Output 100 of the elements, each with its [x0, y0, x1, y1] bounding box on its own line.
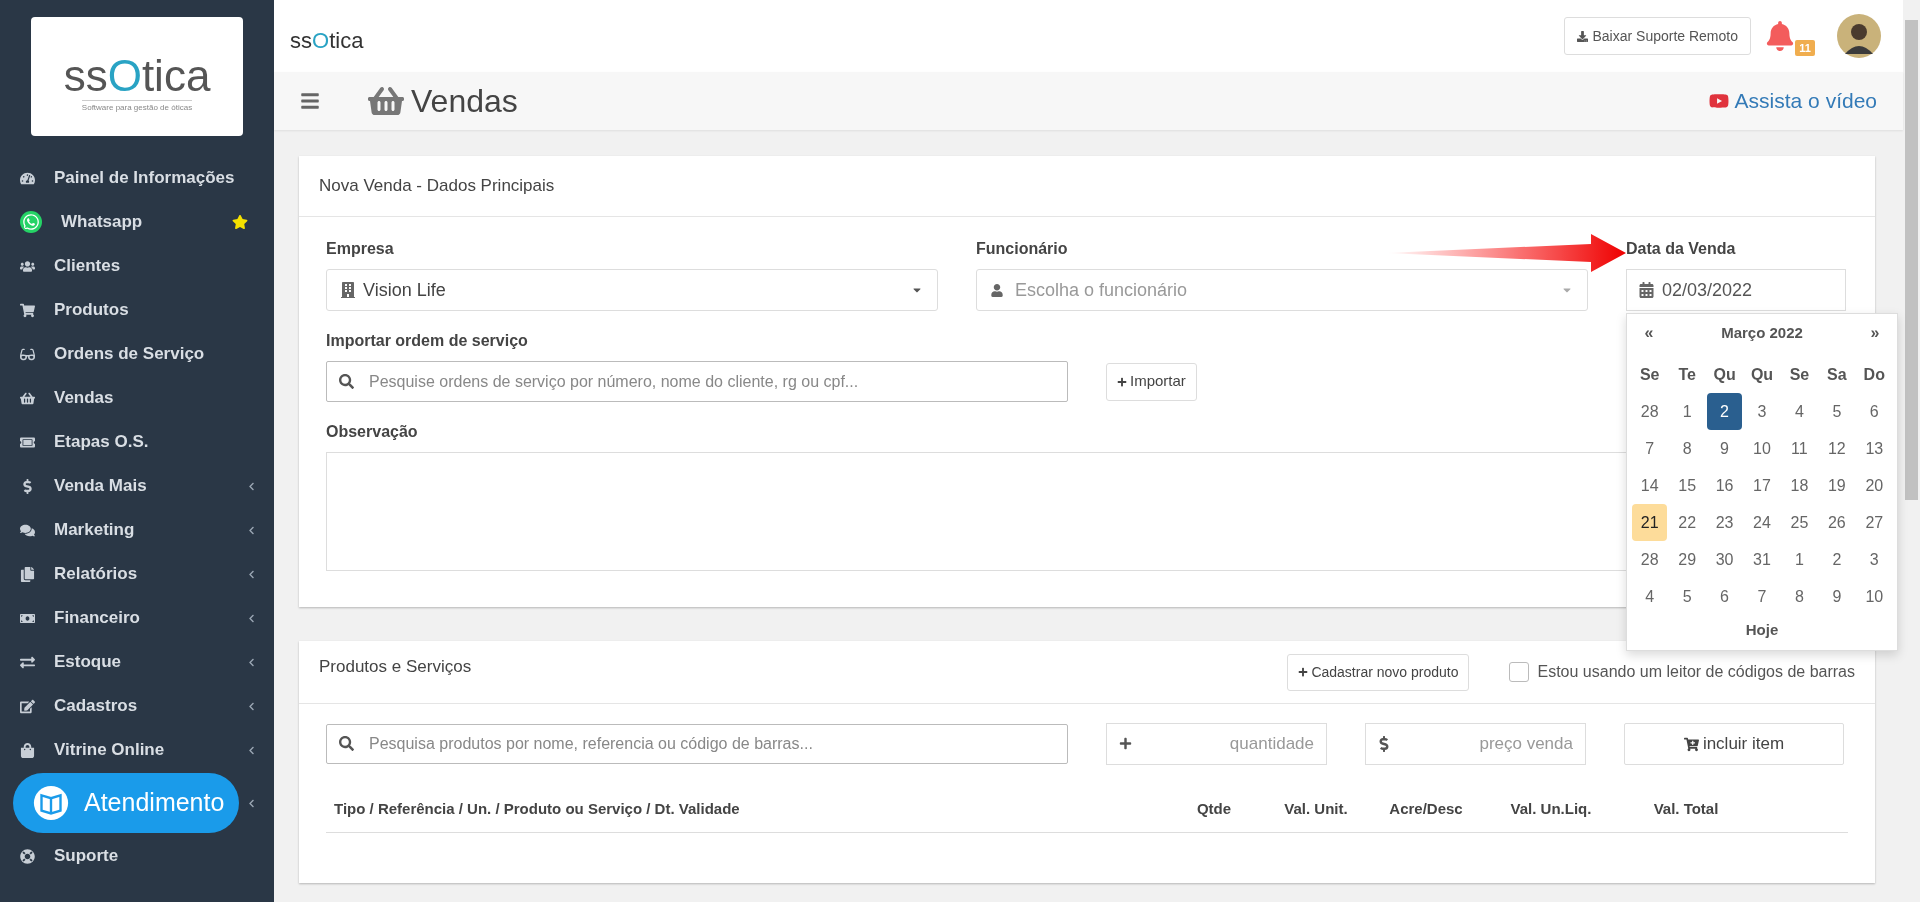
- calendar-day[interactable]: 2: [1706, 393, 1743, 430]
- sidebar-item[interactable]: Etapas O.S.: [0, 420, 274, 464]
- calendar-day[interactable]: 3: [1744, 393, 1780, 430]
- calendar-day[interactable]: 20: [1856, 467, 1892, 504]
- new-product-button[interactable]: Cadastrar novo produto: [1287, 653, 1470, 691]
- service-order-search-field[interactable]: Pesquise ordens de serviço por número, nome do cliente, rg ou cpf...: [326, 361, 1068, 402]
- calendar-day[interactable]: 19: [1819, 467, 1855, 504]
- calendar-day[interactable]: 3: [1856, 541, 1892, 578]
- calendar-day[interactable]: 6: [1706, 578, 1743, 615]
- sidebar-item[interactable]: Vendas: [0, 376, 274, 420]
- sidebar-item[interactable]: Relatórios: [0, 552, 274, 596]
- column-header: Val. Total: [1652, 799, 1720, 820]
- calendar-day[interactable]: 9: [1706, 430, 1743, 467]
- bell-icon: [1765, 21, 1795, 51]
- comments-icon: [20, 522, 35, 538]
- sidebar-item[interactable]: Suporte: [0, 834, 274, 878]
- column-header: Tipo / Referência / Un. / Produto ou Serviço / Dt. Validade: [334, 799, 741, 820]
- next-month-button[interactable]: »: [1865, 321, 1885, 345]
- calendar-day[interactable]: 27: [1856, 504, 1892, 541]
- search-icon: [339, 374, 354, 389]
- chevron-icon: [247, 745, 256, 755]
- barcode-checkbox[interactable]: [1509, 662, 1530, 682]
- column-header: Val. Un.Liq.: [1509, 799, 1593, 820]
- calendar-day[interactable]: 4: [1632, 578, 1668, 615]
- glasses-icon: [20, 346, 35, 362]
- calendar-day[interactable]: 13: [1856, 430, 1892, 467]
- month-title[interactable]: Março 2022: [1659, 321, 1865, 345]
- field-label: Importar ordem de serviço: [326, 331, 528, 351]
- field-label: Data da Venda: [1626, 239, 1736, 259]
- weekday-header: Qu: [1712, 364, 1737, 385]
- calendar-day[interactable]: 6: [1856, 393, 1892, 430]
- exchange-icon: [20, 654, 35, 670]
- price-field[interactable]: preço venda: [1365, 723, 1586, 765]
- calendar-day[interactable]: 5: [1819, 393, 1855, 430]
- sidebar-item[interactable]: Financeiro: [0, 596, 274, 640]
- dollar-icon: [1378, 736, 1390, 752]
- calendar-day[interactable]: 25: [1781, 504, 1818, 541]
- plus-icon: [1298, 667, 1309, 677]
- calendar-day[interactable]: 26: [1819, 504, 1855, 541]
- calendar-day[interactable]: 7: [1744, 578, 1780, 615]
- calendar-day[interactable]: 17: [1744, 467, 1780, 504]
- quantity-field[interactable]: quantidade: [1106, 723, 1327, 765]
- calendar-day[interactable]: 12: [1819, 430, 1855, 467]
- calendar-day[interactable]: 16: [1706, 467, 1743, 504]
- calendar-day[interactable]: 21: [1632, 504, 1668, 541]
- calendar-day[interactable]: 28: [1632, 393, 1668, 430]
- calendar-day[interactable]: 11: [1781, 430, 1818, 467]
- weekday-header: Sa: [1826, 364, 1848, 385]
- menu-icon[interactable]: [300, 91, 320, 111]
- calendar-day[interactable]: 24: [1744, 504, 1780, 541]
- sidebar-item[interactable]: Whatsapp: [0, 200, 274, 244]
- calendar-day[interactable]: 30: [1706, 541, 1743, 578]
- chevron-icon: [247, 525, 256, 535]
- calendar-day[interactable]: 10: [1744, 430, 1780, 467]
- sidebar-item[interactable]: Marketing: [0, 508, 274, 552]
- field-label: Funcionário: [976, 239, 1068, 259]
- avatar[interactable]: [1837, 14, 1881, 58]
- building-icon: [341, 282, 355, 298]
- calendar-day[interactable]: 28: [1632, 541, 1668, 578]
- calendar-day[interactable]: 15: [1669, 467, 1705, 504]
- download-icon: [1577, 30, 1589, 42]
- sidebar-item[interactable]: Painel de Informações: [0, 156, 274, 200]
- sidebar-item[interactable]: Produtos: [0, 288, 274, 332]
- previous-month-button[interactable]: «: [1639, 321, 1659, 345]
- calendar-day[interactable]: 22: [1669, 504, 1705, 541]
- calendar-day[interactable]: 9: [1819, 578, 1855, 615]
- calendar-day[interactable]: 1: [1781, 541, 1818, 578]
- company-select[interactable]: Vision Life: [326, 269, 938, 311]
- calendar-day[interactable]: 10: [1856, 578, 1892, 615]
- calendar-day[interactable]: 1: [1669, 393, 1705, 430]
- sidebar-item[interactable]: Venda Mais: [0, 464, 274, 508]
- calendar-day[interactable]: 18: [1781, 467, 1818, 504]
- calendar-day[interactable]: 23: [1706, 504, 1743, 541]
- sidebar-item[interactable]: Clientes: [0, 244, 274, 288]
- calendar-icon: [1639, 282, 1654, 298]
- sidebar-item[interactable]: Vitrine Online: [0, 728, 274, 772]
- calendar-day[interactable]: 4: [1781, 393, 1818, 430]
- date-field[interactable]: 02/03/2022: [1626, 269, 1846, 311]
- calendar-day[interactable]: 14: [1632, 467, 1668, 504]
- calendar-day[interactable]: 2: [1819, 541, 1855, 578]
- dashboard-icon: [20, 170, 35, 186]
- video-link[interactable]: Assista o vídeo: [1708, 85, 1877, 117]
- sidebar-item[interactable]: Ordens de Serviço: [0, 332, 274, 376]
- product-search-field[interactable]: Pesquisa produtos por nome, referencia ou código de barras...: [326, 724, 1068, 764]
- remote-support-button[interactable]: Baixar Suporte Remoto: [1564, 17, 1751, 55]
- today-button[interactable]: Hoje: [1745, 619, 1779, 642]
- plus-icon: [1119, 737, 1132, 750]
- calendar-day[interactable]: 5: [1669, 578, 1705, 615]
- sidebar-item[interactable]: Cadastros: [0, 684, 274, 728]
- calendar-day[interactable]: 29: [1669, 541, 1705, 578]
- calendar-day[interactable]: 8: [1669, 430, 1705, 467]
- calendar-day[interactable]: 8: [1781, 578, 1818, 615]
- calendar-day[interactable]: 7: [1632, 430, 1668, 467]
- chevron-icon: [247, 569, 256, 579]
- weekday-header: Se: [1788, 364, 1811, 385]
- add-item-button[interactable]: incluir item: [1624, 723, 1844, 765]
- import-button[interactable]: Importar: [1106, 362, 1197, 401]
- weekday-header: Do: [1862, 364, 1886, 385]
- calendar-day[interactable]: 31: [1744, 541, 1780, 578]
- sidebar-item[interactable]: Estoque: [0, 640, 274, 684]
